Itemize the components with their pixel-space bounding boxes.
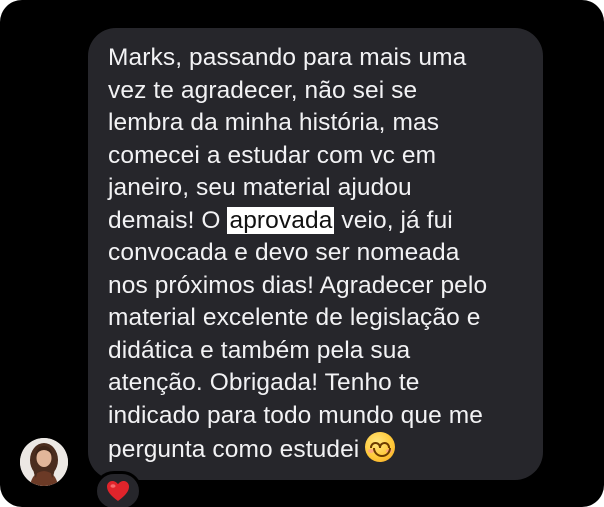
message-line: vez te agradecer, não sei se <box>108 76 418 104</box>
smiling-face-icon <box>365 432 396 462</box>
message-line: didática e também pela sua <box>108 336 411 364</box>
message-line: janeiro, seu material ajudou <box>108 174 412 201</box>
message-line: Marks, passando para mais uma <box>108 44 467 71</box>
message-text: demais! O <box>108 206 228 234</box>
chat-screen: Marks, passando para mais uma vez te agr… <box>0 0 604 507</box>
message-line: atenção. Obrigada! Tenho te <box>108 369 420 396</box>
message-line: demais! O aprovada veio, já fui <box>108 205 525 238</box>
message-line: indicado para todo mundo que me <box>108 401 483 429</box>
message-line: lembra da minha história, mas <box>108 109 440 136</box>
message-line: convocada e devo ser nomeada <box>108 239 460 266</box>
message-line: nos próximos dias! Agradecer pelo <box>108 271 488 299</box>
message-text: pergunta como estudei <box>108 436 360 463</box>
reaction-badge[interactable] <box>94 471 142 507</box>
message-line: material excelente de legislação e <box>108 304 481 331</box>
message-bubble[interactable]: Marks, passando para mais uma vez te agr… <box>88 28 543 480</box>
user-avatar[interactable] <box>20 438 68 486</box>
message-line: pergunta como estudei <box>108 432 525 467</box>
highlighted-word: aprovada <box>227 206 335 234</box>
message-text: veio, já fui <box>334 206 453 234</box>
message-line: comecei a estudar com vc em <box>108 141 437 169</box>
heart-icon <box>107 481 129 501</box>
